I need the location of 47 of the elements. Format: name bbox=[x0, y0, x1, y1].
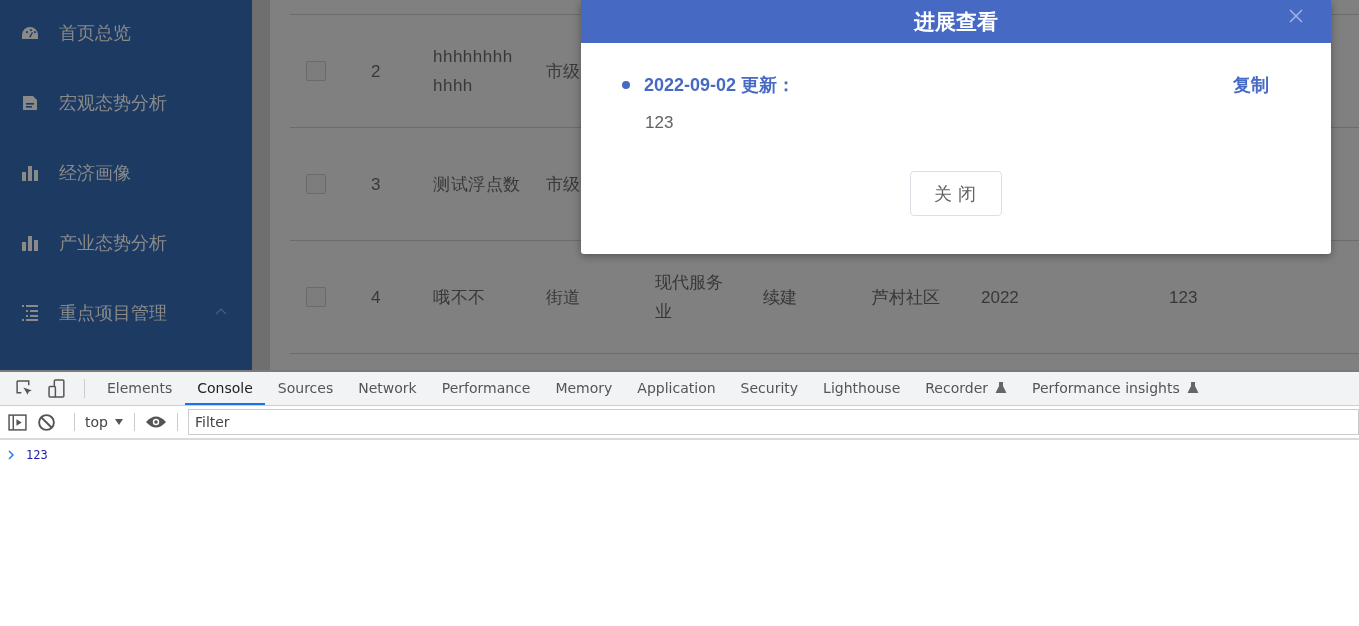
table-cell-text: 测试浮点数 bbox=[433, 173, 521, 196]
filter-field[interactable]: Filter bbox=[187, 409, 1359, 435]
table-cell-text: hhhhhhhhhhhh bbox=[433, 46, 514, 97]
sidebar-toggle-icon[interactable] bbox=[8, 412, 27, 432]
table-cell-text: 市级 bbox=[546, 60, 580, 83]
close-icon[interactable] bbox=[1289, 9, 1303, 23]
update-text: 123 bbox=[645, 113, 675, 133]
dropdown-arrow-icon bbox=[113, 418, 124, 426]
devtools-tab[interactable]: Console bbox=[185, 372, 265, 405]
close-button[interactable]: 关闭 bbox=[910, 171, 1002, 216]
chevron-right-icon bbox=[8, 450, 14, 460]
console-output: 123 bbox=[26, 448, 48, 462]
dialog-title: 进展查看 bbox=[914, 8, 998, 35]
table-cell-text: 123 bbox=[1169, 286, 1198, 309]
devtools-tab[interactable]: Sources bbox=[265, 372, 346, 405]
table-cell-text: 市级 bbox=[546, 173, 580, 196]
devtools-tab[interactable]: Performance bbox=[429, 372, 543, 405]
copy-link[interactable]: 复制 bbox=[1233, 73, 1269, 97]
table-cell-text: 4 bbox=[371, 286, 381, 309]
table-cell-text: 现代服务业 bbox=[655, 272, 724, 323]
document-icon bbox=[21, 94, 39, 112]
table-cell-text: 2 bbox=[371, 60, 381, 83]
list-icon bbox=[21, 304, 39, 322]
devtools-tab[interactable]: Lighthouse bbox=[811, 372, 913, 405]
bar-chart-icon bbox=[21, 234, 39, 252]
table-cell-text: 哦不不 bbox=[433, 286, 486, 309]
devtools-tab[interactable]: Recorder bbox=[913, 372, 1019, 405]
table-cell-text: 3 bbox=[371, 173, 381, 196]
devtools-tab[interactable]: Performance insights bbox=[1020, 372, 1211, 405]
table-cell-text: 街道 bbox=[546, 286, 580, 309]
gauge-icon bbox=[21, 24, 39, 42]
eye-icon[interactable] bbox=[144, 415, 167, 429]
update-heading: 2022-09-02 更新： bbox=[644, 74, 796, 97]
table-cell-text: 2022 bbox=[981, 286, 1019, 309]
devtools-tab[interactable]: Network bbox=[346, 372, 429, 405]
table-cell-text: 芦村社区 bbox=[872, 286, 940, 309]
context-dropdown[interactable]: top bbox=[85, 406, 124, 438]
table-cell-text: 续建 bbox=[763, 286, 797, 309]
bullet-dot bbox=[622, 81, 630, 89]
inspect-icon[interactable] bbox=[15, 379, 34, 398]
devtools-tab[interactable]: Elements bbox=[95, 372, 185, 405]
bar-chart-icon bbox=[21, 164, 39, 182]
devtools-tab[interactable]: Application bbox=[625, 372, 728, 405]
device-icon[interactable] bbox=[48, 379, 67, 398]
devtools-tab[interactable]: Memory bbox=[543, 372, 625, 405]
clear-icon[interactable] bbox=[37, 412, 56, 432]
devtools-tab[interactable]: Security bbox=[728, 372, 811, 405]
